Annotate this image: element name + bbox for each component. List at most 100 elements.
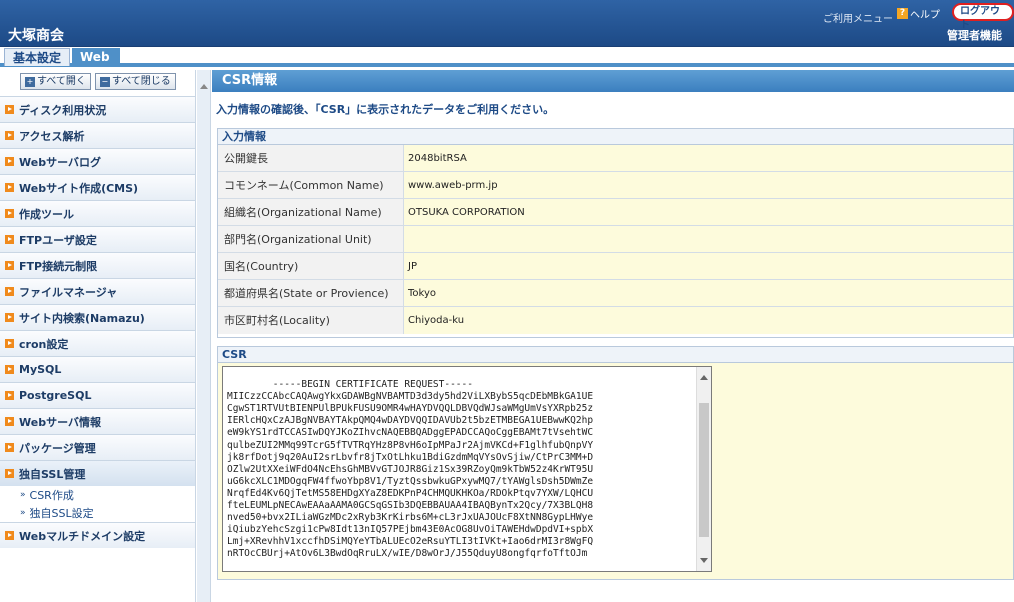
sidebar-item-multi-domain[interactable]: Webマルチドメイン設定: [0, 522, 195, 548]
logout-button[interactable]: ログアウト: [952, 3, 1014, 31]
sidebar-item-site-search[interactable]: サイト内検索(Namazu): [0, 304, 195, 330]
main-tabs: 基本設定 Web: [0, 48, 1014, 67]
app-title: 大塚商会: [8, 28, 64, 44]
info-value: OTSUKA CORPORATION: [404, 199, 1013, 225]
info-label: 部門名(Organizational Unit): [218, 226, 404, 252]
info-label: コモンネーム(Common Name): [218, 172, 404, 198]
expand-all-button[interactable]: + すべて開く: [20, 73, 91, 90]
sidebar-item-label: cron設定: [19, 337, 69, 351]
sidebar-item-label: 作成ツール: [19, 207, 74, 221]
info-row-country: 国名(Country) JP: [218, 253, 1013, 280]
arrow-bullet-icon: [5, 531, 14, 540]
sidebar-item-label: Webサーバログ: [19, 155, 101, 169]
arrow-bullet-icon: [5, 443, 14, 452]
sidebar-item-label: ディスク利用状況: [19, 103, 107, 117]
csr-heading: CSR: [218, 347, 1013, 363]
sidebar-item-ssl-management[interactable]: 独自SSL管理: [0, 460, 195, 486]
info-label: 都道府県名(State or Provience): [218, 280, 404, 306]
help-label: ヘルプ: [910, 10, 940, 21]
sidebar-item-access-analysis[interactable]: アクセス解析: [0, 122, 195, 148]
page-title: CSR情報: [212, 70, 1014, 92]
scroll-down-icon[interactable]: [700, 558, 708, 563]
info-row-organizational-unit: 部門名(Organizational Unit): [218, 226, 1013, 253]
arrow-bullet-icon: [5, 105, 14, 114]
sidebar: + すべて開く − すべて閉じる ディスク利用状況 アクセス解析 Webサーバロ…: [0, 70, 196, 602]
arrow-bullet-icon: [5, 261, 14, 270]
sidebar-subitem-label: 独自SSL設定: [29, 507, 94, 520]
arrow-right-icon: »: [20, 490, 26, 500]
sidebar-item-label: 独自SSL管理: [19, 467, 86, 481]
info-label: 組織名(Organizational Name): [218, 199, 404, 225]
arrow-bullet-icon: [5, 235, 14, 244]
sidebar-item-cron[interactable]: cron設定: [0, 330, 195, 356]
admin-functions-link[interactable]: 管理者機能: [947, 27, 1002, 43]
arrow-bullet-icon: [5, 157, 14, 166]
tab-web[interactable]: Web: [72, 48, 120, 66]
info-value: www.aweb-prm.jp: [404, 172, 1013, 198]
arrow-right-icon: »: [20, 508, 26, 518]
csr-section: CSR -----BEGIN CERTIFICATE REQUEST----- …: [217, 346, 1014, 580]
help-link[interactable]: ? ヘルプ: [897, 6, 940, 21]
info-row-state: 都道府県名(State or Provience) Tokyo: [218, 280, 1013, 307]
arrow-bullet-icon: [5, 365, 14, 374]
sidebar-collapse-bar[interactable]: [197, 70, 211, 602]
info-value: JP: [404, 253, 1013, 279]
sidebar-item-label: Webサイト作成(CMS): [19, 181, 139, 195]
sidebar-item-label: PostgreSQL: [19, 389, 92, 402]
info-row-key-length: 公開鍵長 2048bitRSA: [218, 145, 1013, 172]
input-info-section: 入力情報 公開鍵長 2048bitRSA コモンネーム(Common Name)…: [217, 128, 1014, 338]
sidebar-item-ftp-restriction[interactable]: FTP接続元制限: [0, 252, 195, 278]
arrow-bullet-icon: [5, 391, 14, 400]
info-label: 公開鍵長: [218, 145, 404, 171]
sidebar-item-label: FTP接続元制限: [19, 259, 98, 273]
csr-body: -----BEGIN CERTIFICATE REQUEST----- MIIC…: [218, 363, 1013, 579]
info-label: 市区町村名(Locality): [218, 307, 404, 334]
info-row-locality: 市区町村名(Locality) Chiyoda-ku: [218, 307, 1013, 334]
sidebar-item-cms[interactable]: Webサイト作成(CMS): [0, 174, 195, 200]
info-value: [404, 226, 1013, 252]
sidebar-item-package-management[interactable]: パッケージ管理: [0, 434, 195, 460]
collapse-all-label: すべて閉じる: [111, 76, 171, 87]
csr-scrollbar[interactable]: [696, 367, 711, 571]
app-header: 大塚商会 ご利用メニュー ? ヘルプ ログアウト 管理者機能: [0, 0, 1014, 47]
arrow-bullet-icon: [5, 469, 14, 478]
sidebar-item-file-manager[interactable]: ファイルマネージャ: [0, 278, 195, 304]
csr-textarea[interactable]: -----BEGIN CERTIFICATE REQUEST----- MIIC…: [222, 366, 712, 572]
info-value: 2048bitRSA: [404, 145, 1013, 171]
sidebar-item-authoring-tools[interactable]: 作成ツール: [0, 200, 195, 226]
collapse-all-button[interactable]: − すべて閉じる: [94, 73, 176, 90]
instruction-text: 入力情報の確認後、「CSR」に表示されたデータをご利用ください。: [216, 103, 555, 116]
scroll-thumb[interactable]: [699, 403, 709, 537]
arrow-bullet-icon: [5, 339, 14, 348]
sidebar-item-postgresql[interactable]: PostgreSQL: [0, 382, 195, 408]
sidebar-item-mysql[interactable]: MySQL: [0, 356, 195, 382]
sidebar-item-disk-usage[interactable]: ディスク利用状況: [0, 96, 195, 122]
chevron-up-icon: [200, 84, 208, 89]
sidebar-item-label: Webサーバ情報: [19, 415, 101, 429]
arrow-bullet-icon: [5, 287, 14, 296]
sidebar-item-web-server-log[interactable]: Webサーバログ: [0, 148, 195, 174]
expand-all-label: すべて開く: [37, 76, 86, 87]
sidebar-item-label: Webマルチドメイン設定: [19, 529, 146, 543]
sidebar-subitem-ssl-settings[interactable]: » 独自SSL設定: [0, 504, 195, 522]
user-menu-label[interactable]: ご利用メニュー: [823, 10, 893, 25]
csr-text: -----BEGIN CERTIFICATE REQUEST----- MIIC…: [227, 379, 594, 560]
info-value: Tokyo: [404, 280, 1013, 306]
scroll-up-icon[interactable]: [700, 375, 708, 380]
plus-icon: +: [25, 76, 35, 87]
sidebar-item-label: FTPユーザ設定: [19, 233, 97, 247]
sidebar-item-label: アクセス解析: [19, 129, 85, 143]
sidebar-item-web-server-info[interactable]: Webサーバ情報: [0, 408, 195, 434]
sidebar-subitem-label: CSR作成: [29, 489, 74, 502]
sidebar-item-label: ファイルマネージャ: [19, 285, 118, 299]
sidebar-subitem-csr-create[interactable]: » CSR作成: [0, 486, 195, 504]
arrow-bullet-icon: [5, 313, 14, 322]
info-label: 国名(Country): [218, 253, 404, 279]
arrow-bullet-icon: [5, 209, 14, 218]
help-icon: ?: [897, 8, 908, 19]
minus-icon: −: [99, 76, 110, 87]
sidebar-item-label: パッケージ管理: [19, 441, 96, 455]
sidebar-item-ftp-users[interactable]: FTPユーザ設定: [0, 226, 195, 252]
sidebar-controls: + すべて開く − すべて閉じる: [0, 70, 195, 96]
tab-basic-settings[interactable]: 基本設定: [4, 48, 71, 66]
